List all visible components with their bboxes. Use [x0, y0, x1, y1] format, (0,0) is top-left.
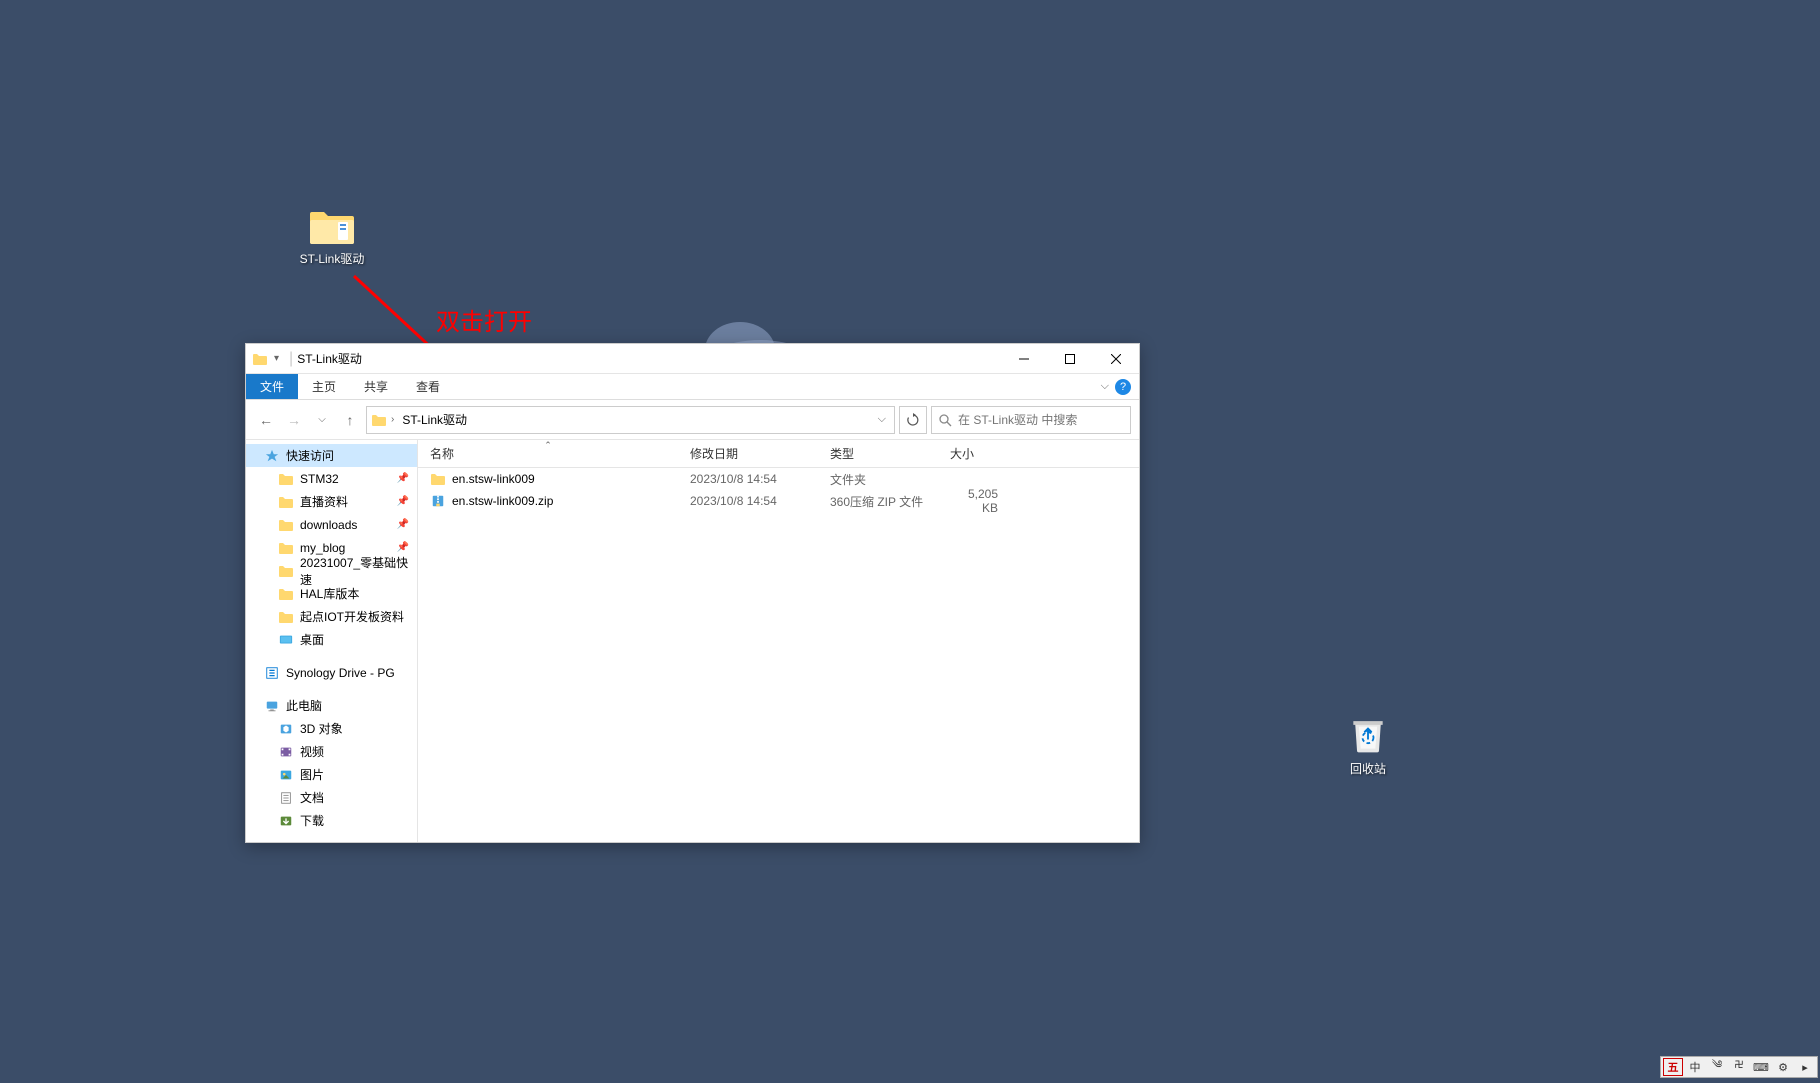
ime-mode[interactable]: 五 — [1663, 1058, 1683, 1076]
3d-icon — [278, 722, 294, 736]
video-icon — [278, 745, 294, 759]
file-row[interactable]: en.stsw-link0092023/10/8 14:54文件夹 — [418, 468, 1139, 490]
desktop-folder-stlink[interactable]: ST-Link驱动 — [292, 206, 372, 267]
sidebar-item[interactable]: 桌面 — [246, 628, 417, 651]
pin-icon: 📌 — [397, 496, 409, 507]
folder-icon — [278, 564, 294, 578]
close-button[interactable] — [1093, 344, 1139, 374]
folder-icon — [278, 541, 294, 555]
sidebar-pc-item[interactable]: 文档 — [246, 786, 417, 809]
refresh-button[interactable] — [899, 406, 927, 434]
sidebar-item[interactable]: 20231007_零基础快速 — [246, 559, 417, 582]
folder-icon — [278, 495, 294, 509]
sidebar-pc-item[interactable]: 图片 — [246, 763, 417, 786]
ime-lang[interactable]: 中 — [1685, 1058, 1705, 1076]
documents-icon — [278, 791, 294, 805]
sidebar-pc-item[interactable]: 下载 — [246, 809, 417, 832]
zip-icon — [430, 494, 446, 508]
sort-indicator: ⌃ — [418, 440, 678, 451]
star-icon — [264, 449, 280, 463]
ime-keyboard[interactable]: ⌨ — [1751, 1058, 1771, 1076]
sidebar-synology[interactable]: Synology Drive - PG — [246, 661, 417, 684]
downloads-icon — [278, 814, 294, 828]
folder-icon — [308, 206, 356, 246]
titlebar: ▾ | ST-Link驱动 — [246, 344, 1139, 374]
tab-home[interactable]: 主页 — [298, 374, 350, 399]
address-bar[interactable]: › ST-Link驱动 ⌵ — [366, 406, 895, 434]
desktop-recycle-bin[interactable]: 回收站 — [1328, 712, 1408, 777]
synology-icon — [264, 666, 280, 680]
ribbon-tabs: 文件 主页 共享 查看 ⌵ ? — [246, 374, 1139, 400]
ime-opt1[interactable]: ࿖ — [1729, 1058, 1749, 1076]
minimize-button[interactable] — [1001, 344, 1047, 374]
pin-icon: 📌 — [397, 519, 409, 530]
folder-icon — [371, 413, 387, 427]
pc-icon — [264, 699, 280, 713]
maximize-button[interactable] — [1047, 344, 1093, 374]
window-title: ST-Link驱动 — [297, 350, 362, 367]
recycle-bin-icon — [1346, 712, 1390, 756]
ribbon-collapse[interactable]: ⌵ — [1101, 380, 1109, 393]
tab-view[interactable]: 查看 — [402, 374, 454, 399]
search-icon — [938, 413, 952, 427]
search-input[interactable] — [958, 413, 1124, 427]
ime-more[interactable]: ▸ — [1795, 1058, 1815, 1076]
pin-icon: 📌 — [397, 542, 409, 553]
sidebar-item[interactable]: 直播资料📌 — [246, 490, 417, 513]
sidebar-item[interactable]: downloads📌 — [246, 513, 417, 536]
desktop-folder-label: ST-Link驱动 — [300, 250, 365, 267]
folder-icon — [278, 587, 294, 601]
desktop-icon — [278, 633, 294, 647]
sidebar-pc-item[interactable]: 视频 — [246, 740, 417, 763]
sidebar-quick-access[interactable]: 快速访问 — [246, 444, 417, 467]
folder-icon — [430, 472, 446, 486]
pictures-icon — [278, 768, 294, 782]
nav-up[interactable]: ↑ — [338, 408, 362, 432]
sidebar: 快速访问 STM32📌直播资料📌downloads📌my_blog📌202310… — [246, 440, 418, 842]
folder-icon — [278, 610, 294, 624]
search-box[interactable] — [931, 406, 1131, 434]
nav-forward[interactable]: → — [282, 408, 306, 432]
nav-back[interactable]: ← — [254, 408, 278, 432]
sidebar-this-pc[interactable]: 此电脑 — [246, 694, 417, 717]
address-row: ← → ⌵ ↑ › ST-Link驱动 ⌵ — [246, 400, 1139, 440]
file-list: ⌃ 名称 修改日期 类型 大小 en.stsw-link0092023/10/8… — [418, 440, 1139, 842]
ime-toolbar: 五 中 ༄ ࿖ ⌨ ⚙ ▸ — [1660, 1056, 1818, 1078]
sidebar-pc-item[interactable]: 3D 对象 — [246, 717, 417, 740]
quick-access-dropdown[interactable]: ▾ — [274, 353, 279, 364]
folder-icon — [252, 352, 268, 366]
explorer-window: ▾ | ST-Link驱动 文件 主页 共享 查看 ⌵ ? ← → ⌵ ↑ › … — [245, 343, 1140, 843]
nav-recent-dropdown[interactable]: ⌵ — [310, 408, 334, 432]
pin-icon: 📌 — [397, 473, 409, 484]
sidebar-item[interactable]: 起点IOT开发板资料 — [246, 605, 417, 628]
file-row[interactable]: en.stsw-link009.zip2023/10/8 14:54360压缩 … — [418, 490, 1139, 512]
tab-file[interactable]: 文件 — [246, 374, 298, 399]
sidebar-item[interactable]: STM32📌 — [246, 467, 417, 490]
breadcrumb[interactable]: ST-Link驱动 — [398, 411, 471, 428]
recycle-bin-label: 回收站 — [1350, 760, 1386, 777]
sidebar-item[interactable]: HAL库版本 — [246, 582, 417, 605]
breadcrumb-dropdown[interactable]: ⌵ — [878, 413, 886, 426]
ime-punct[interactable]: ༄ — [1707, 1058, 1727, 1076]
tab-share[interactable]: 共享 — [350, 374, 402, 399]
ime-settings[interactable]: ⚙ — [1773, 1058, 1793, 1076]
folder-icon — [278, 518, 294, 532]
folder-icon — [278, 472, 294, 486]
help-button[interactable]: ? — [1115, 379, 1131, 395]
